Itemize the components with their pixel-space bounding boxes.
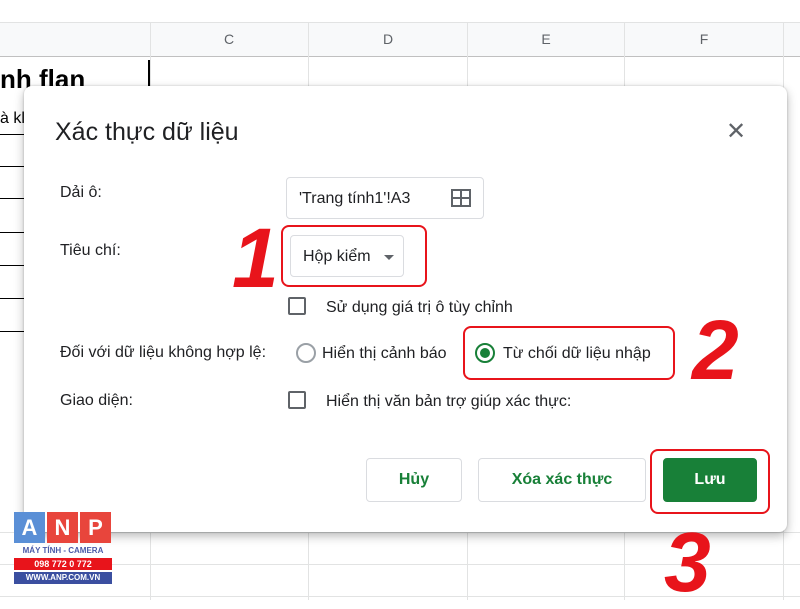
annotation-box-save [650,449,770,514]
logo-letter-a: A [14,512,45,543]
range-input[interactable]: 'Trang tính1'!A3 [286,177,484,219]
column-header-d[interactable]: D [309,22,467,56]
column-header-c[interactable]: C [150,22,308,56]
annotation-step-3: 3 [664,515,711,609]
cell-text[interactable]: à kl [0,110,25,128]
cancel-button[interactable]: Hủy [366,458,462,502]
radio-show-warning[interactable] [296,343,316,363]
custom-values-label: Sử dụng giá trị ô tùy chỉnh [326,299,513,316]
logo-letter-p: P [80,512,111,543]
logo-tagline: MÁY TÍNH - CAMERA [22,546,104,555]
annotation-step-2: 2 [692,303,739,397]
invalid-data-label: Đối với dữ liệu không hợp lệ: [60,344,267,361]
annotation-box-criteria [281,225,427,287]
radio-show-warning-label: Hiển thị cảnh báo [322,345,447,362]
logo-website: WWW.ANP.COM.VN [14,572,112,584]
logo-phone: 098 772 0 772 [14,558,112,570]
remove-validation-button[interactable]: Xóa xác thực [478,458,646,502]
anp-logo: A N P MÁY TÍNH - CAMERA 098 772 0 772 WW… [14,512,112,592]
grid-line [0,22,800,23]
annotation-box-reject [463,326,675,380]
criteria-label: Tiêu chí: [60,242,121,259]
range-label: Dải ô: [60,184,102,201]
close-icon[interactable]: ✕ [724,120,748,144]
column-header-f[interactable]: F [625,22,783,56]
custom-values-checkbox[interactable] [288,297,306,315]
range-value: 'Trang tính1'!A3 [299,190,411,207]
dialog-title: Xác thực dữ liệu [55,118,239,146]
grid-icon[interactable] [451,189,471,207]
logo-letter-n: N [47,512,78,543]
column-header-e[interactable]: E [468,22,624,56]
appearance-label: Giao diện: [60,392,133,409]
help-text-label: Hiển thị văn bản trợ giúp xác thực: [326,393,572,410]
annotation-step-1: 1 [232,211,279,305]
help-text-checkbox[interactable] [288,391,306,409]
